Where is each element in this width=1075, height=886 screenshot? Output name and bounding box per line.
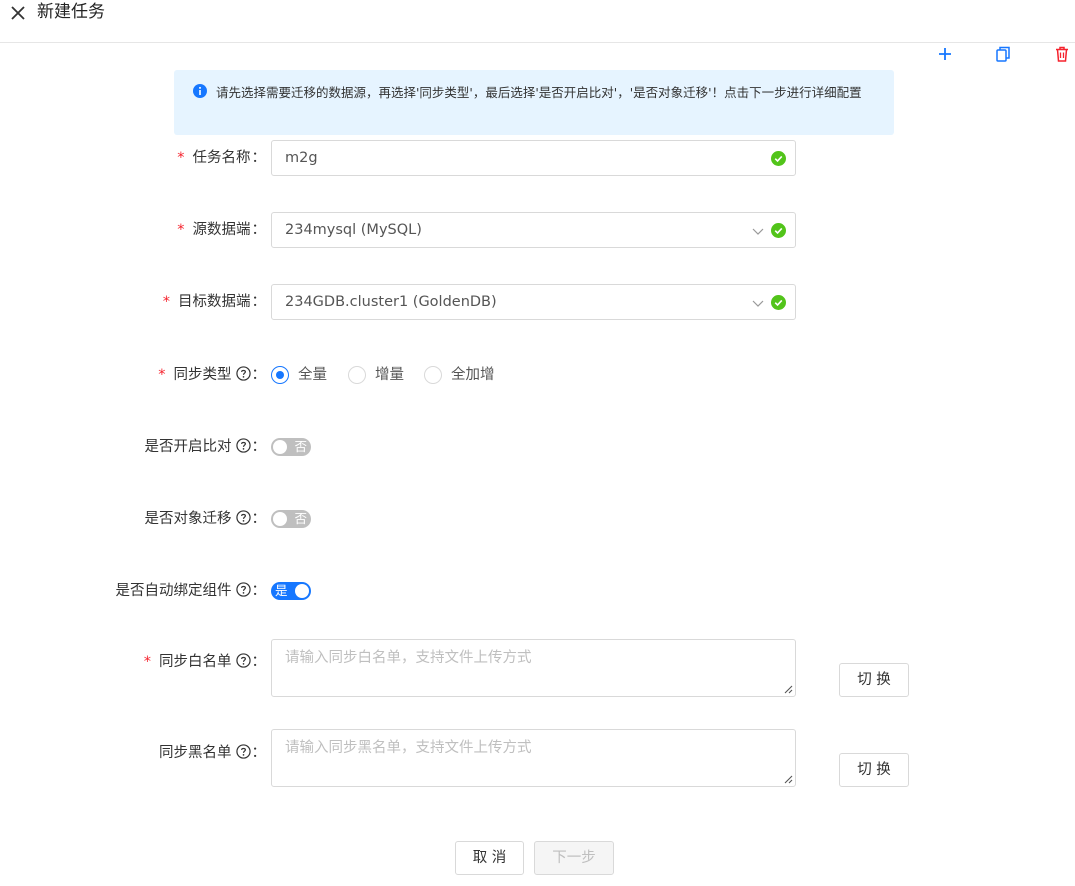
info-icon	[193, 84, 207, 98]
target-select[interactable]: 234GDB.cluster1 (GoldenDB)	[271, 284, 796, 320]
object-migration-switch[interactable]: 否	[271, 510, 311, 528]
compare-switch-text: 否	[294, 439, 307, 454]
resize-icon[interactable]	[783, 684, 793, 694]
switch-knob	[295, 584, 309, 598]
task-name-label: * 任务名称：	[177, 150, 266, 166]
switch-knob	[273, 512, 287, 526]
required-mark: *	[177, 222, 185, 238]
chevron-down-icon	[752, 300, 764, 307]
radio-incremental-label[interactable]: 增量	[375, 365, 404, 385]
question-circle-icon[interactable]	[235, 438, 251, 453]
close-icon[interactable]	[8, 3, 28, 23]
info-alert: 请先选择需要迁移的数据源，再选择'同步类型'，最后选择'是否开启比对'，'是否对…	[174, 70, 894, 135]
blacklist-label: 同步黑名单：	[159, 744, 266, 761]
source-label: * 源数据端：	[177, 222, 266, 238]
switch-knob	[273, 440, 287, 454]
auto-bind-switch[interactable]: 是	[271, 582, 311, 600]
auto-bind-label: 是否自动绑定组件：	[115, 582, 266, 599]
whitelist-textarea[interactable]: 请输入同步白名单，支持文件上传方式	[271, 639, 796, 697]
compare-label: 是否开启比对：	[144, 438, 266, 455]
required-mark: *	[143, 654, 151, 670]
page-header: 新建任务	[0, 0, 1075, 43]
whitelist-label: * 同步白名单：	[143, 653, 266, 670]
check-circle-icon	[771, 223, 786, 238]
auto-bind-switch-text: 是	[275, 583, 288, 598]
plus-icon[interactable]	[936, 45, 954, 63]
required-mark: *	[162, 294, 170, 310]
whitelist-placeholder: 请输入同步白名单，支持文件上传方式	[285, 650, 532, 666]
resize-icon[interactable]	[783, 774, 793, 784]
question-circle-icon[interactable]	[235, 366, 251, 381]
target-label: * 目标数据端：	[162, 294, 266, 310]
check-circle-icon	[771, 151, 786, 166]
required-mark: *	[158, 367, 166, 383]
radio-full-plus-incremental[interactable]	[424, 366, 442, 384]
whitelist-switch-button[interactable]: 切 换	[839, 663, 909, 697]
page-title: 新建任务	[37, 2, 105, 22]
check-circle-icon	[771, 295, 786, 310]
object-migration-label: 是否对象迁移：	[144, 510, 266, 527]
blacklist-textarea[interactable]: 请输入同步黑名单，支持文件上传方式	[271, 729, 796, 787]
compare-switch[interactable]: 否	[271, 438, 311, 456]
alert-message: 请先选择需要迁移的数据源，再选择'同步类型'，最后选择'是否开启比对'，'是否对…	[216, 85, 862, 100]
radio-full-plus-incremental-label[interactable]: 全加增	[451, 365, 495, 385]
object-migration-switch-text: 否	[294, 511, 307, 526]
sync-type-label: * 同步类型：	[158, 366, 266, 383]
target-value: 234GDB.cluster1 (GoldenDB)	[285, 294, 497, 310]
blacklist-switch-button[interactable]: 切 换	[839, 753, 909, 787]
chevron-down-icon	[752, 228, 764, 235]
blacklist-placeholder: 请输入同步黑名单，支持文件上传方式	[285, 740, 532, 756]
radio-incremental[interactable]	[348, 366, 366, 384]
radio-full[interactable]	[271, 366, 289, 384]
required-mark: *	[177, 150, 185, 166]
source-select[interactable]: 234mysql (MySQL)	[271, 212, 796, 248]
next-step-button[interactable]: 下一步	[534, 841, 614, 875]
question-circle-icon[interactable]	[235, 653, 251, 668]
radio-full-label[interactable]: 全量	[298, 365, 327, 385]
source-value: 234mysql (MySQL)	[285, 222, 422, 238]
question-circle-icon[interactable]	[235, 510, 251, 525]
cancel-button[interactable]: 取 消	[455, 841, 524, 875]
delete-icon[interactable]	[1053, 45, 1071, 63]
question-circle-icon[interactable]	[235, 744, 251, 759]
task-name-input[interactable]: m2g	[271, 140, 796, 176]
copy-icon[interactable]	[994, 45, 1012, 63]
question-circle-icon[interactable]	[235, 582, 251, 597]
task-name-value: m2g	[285, 150, 318, 166]
